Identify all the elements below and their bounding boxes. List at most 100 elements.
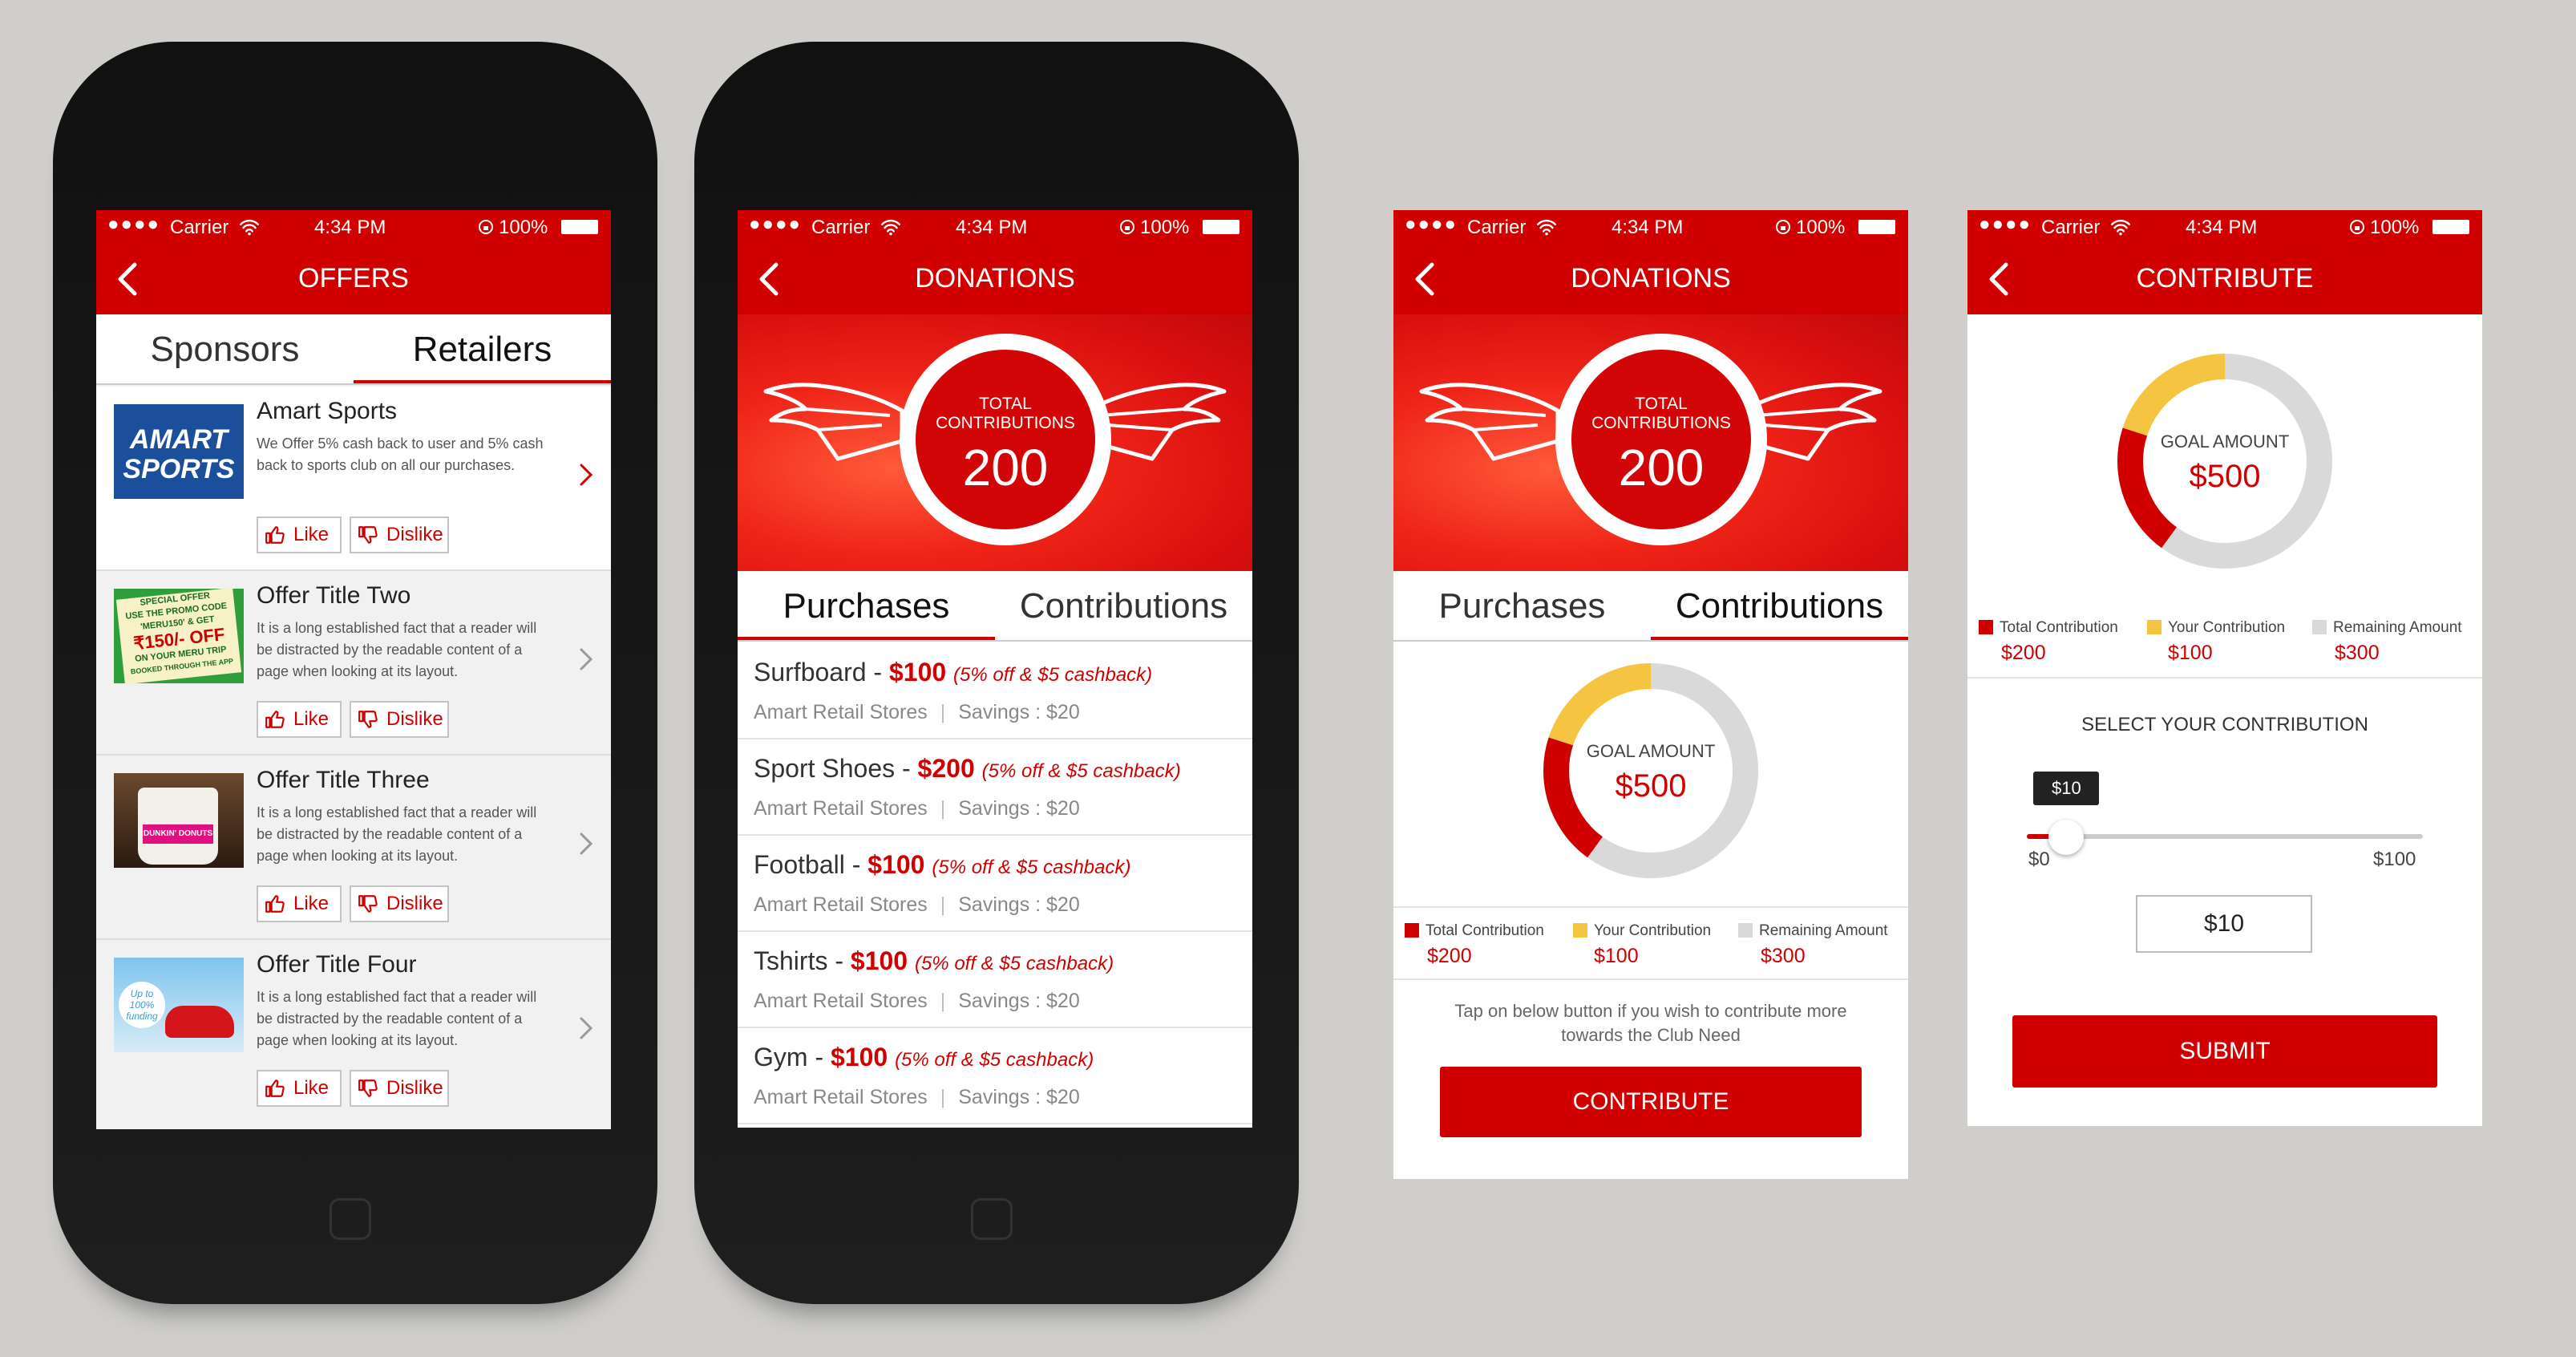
offer-title: Offer Title Four: [257, 951, 417, 978]
tab-contributions[interactable]: Contributions: [1651, 571, 1908, 642]
car-funding-image: Up to 100% funding: [114, 958, 244, 1052]
badge-label: TOTAL CONTRIBUTIONS: [936, 395, 1075, 432]
dislike-label: Dislike: [386, 708, 443, 730]
purchase-row[interactable]: Surfboard - $100 (5% off & $5 cashback) A…: [738, 643, 1252, 739]
battery-percent: 100%: [1796, 217, 1846, 238]
purchase-offer-note: (5% off & $5 cashback): [953, 664, 1153, 686]
donation-tabs: Purchases Contributions: [738, 571, 1252, 642]
purchase-title: Football - $100 (5% off & $5 cashback): [754, 850, 1131, 879]
offer-item[interactable]: DUNKIN' DONUTS Offer Title Three It is a…: [96, 755, 611, 940]
amart-sports-logo: AMART SPORTS: [114, 404, 244, 499]
contribute-button[interactable]: CONTRIBUTE: [1440, 1067, 1862, 1137]
legend-label: Your Contribution: [2168, 619, 2286, 636]
chevron-right-icon[interactable]: [579, 463, 593, 487]
carrier-label: Carrier: [1467, 217, 1527, 238]
purchase-store: Amart Retail Stores: [754, 893, 928, 916]
like-button[interactable]: Like: [257, 516, 342, 553]
dislike-button[interactable]: Dislike: [350, 1070, 449, 1107]
legend-value: $300: [2335, 642, 2380, 664]
like-button[interactable]: Like: [257, 885, 342, 922]
chevron-right-icon[interactable]: [579, 1016, 593, 1040]
purchase-price: $100: [867, 850, 925, 879]
offer-description: We Offer 5% cash back to user and 5% cas…: [257, 435, 544, 473]
goal-value: $500: [1615, 768, 1687, 804]
carrier-label: Carrier: [170, 217, 229, 238]
offer-item[interactable]: Up to 100% funding Offer Title Four It i…: [96, 940, 611, 1129]
status-time: 4:34 PM: [314, 217, 386, 238]
page-title: DONATIONS: [915, 263, 1075, 294]
purchase-offer-note: (5% off & $5 cashback): [895, 1049, 1094, 1071]
nav-bar: DONATIONS: [738, 244, 1252, 314]
dislike-button[interactable]: Dislike: [350, 701, 449, 738]
svg-text:AMART: AMART: [129, 424, 230, 455]
purchase-savings: Savings : $20: [958, 1086, 1080, 1108]
purchase-row[interactable]: Tshirts - $100 (5% off & $5 cashback) Ama…: [738, 932, 1252, 1028]
divider: [1393, 640, 1908, 642]
purchase-store: Amart Retail Stores: [754, 701, 928, 723]
page-title: OFFERS: [298, 263, 409, 294]
purchase-title: Tshirts - $100 (5% off & $5 cashback): [754, 946, 1114, 975]
legend-swatch: [1738, 923, 1753, 938]
purchase-name: Tshirts: [754, 946, 828, 975]
like-button[interactable]: Like: [257, 701, 342, 738]
submit-button[interactable]: SUBMIT: [2012, 1015, 2437, 1088]
dunkin-logo-text: DUNKIN' DONUTS: [143, 824, 213, 844]
like-label: Like: [293, 524, 330, 545]
tab-sponsors[interactable]: Sponsors: [96, 314, 354, 385]
legend-total: Total Contribution: [1979, 619, 2118, 637]
home-button[interactable]: [971, 1198, 1013, 1240]
purchase-offer-note: (5% off & $5 cashback): [981, 760, 1181, 782]
select-contribution-label: SELECT YOUR CONTRIBUTION: [2081, 714, 2368, 735]
status-time: 4:34 PM: [2186, 217, 2258, 238]
purchase-title: Sport Shoes - $200 (5% off & $5 cashback…: [754, 754, 1181, 783]
dislike-button[interactable]: Dislike: [350, 516, 449, 553]
page-title: DONATIONS: [1571, 263, 1731, 294]
contribution-amount-input[interactable]: $10: [2136, 895, 2312, 953]
dunkin-donuts-image: DUNKIN' DONUTS: [114, 773, 244, 868]
dislike-button[interactable]: Dislike: [350, 885, 449, 922]
home-button[interactable]: [330, 1198, 371, 1240]
thumbs-up-icon: [265, 709, 285, 730]
offer-item[interactable]: SPECIAL OFFER USE THE PROMO CODE 'MERU15…: [96, 571, 611, 755]
nav-bar: DONATIONS: [1393, 244, 1908, 314]
offers-tabs: Sponsors Retailers: [96, 314, 611, 385]
total-contributions-badge: TOTAL CONTRIBUTIONS 200: [1555, 334, 1767, 545]
purchase-title: Gym - $100 (5% off & $5 cashback): [754, 1043, 1094, 1071]
purchase-savings: Savings : $20: [958, 990, 1080, 1012]
purchase-row[interactable]: Gym - $100 (5% off & $5 cashback) Amart R…: [738, 1028, 1252, 1124]
tab-retailers[interactable]: Retailers: [354, 314, 611, 385]
purchase-row[interactable]: Football - $100 (5% off & $5 cashback) Am…: [738, 836, 1252, 932]
purchase-meta: Amart Retail Stores | Savings : $20: [754, 797, 1080, 820]
tab-purchases[interactable]: Purchases: [1393, 571, 1651, 642]
contribute-note: Tap on below button if you wish to contr…: [1454, 1001, 1847, 1045]
signal-icon: ●●●●: [1405, 213, 1458, 235]
purchase-offer-note: (5% off & $5 cashback): [932, 857, 1131, 878]
legend-value: $100: [1594, 945, 1639, 967]
like-button[interactable]: Like: [257, 1070, 342, 1107]
chevron-right-icon[interactable]: [579, 832, 593, 856]
purchase-row[interactable]: Sport Shoes - $200 (5% off & $5 cashback…: [738, 739, 1252, 836]
like-label: Like: [293, 893, 330, 914]
purchase-savings: Savings : $20: [958, 893, 1080, 916]
dislike-label: Dislike: [386, 524, 443, 545]
contribution-slider-track[interactable]: [2027, 834, 2423, 839]
tab-contributions[interactable]: Contributions: [995, 571, 1252, 642]
rotation-lock-icon: [478, 219, 494, 235]
purchase-title: Surfboard - $100 (5% off & $5 cashback): [754, 658, 1153, 687]
tab-purchases[interactable]: Purchases: [738, 571, 995, 642]
slider-thumb[interactable]: [2048, 820, 2085, 855]
wifi-icon: [239, 218, 260, 236]
coffee-cup-graphic: DUNKIN' DONUTS: [138, 788, 218, 865]
chevron-right-icon[interactable]: [579, 647, 593, 671]
goal-label: GOAL AMOUNT: [2160, 431, 2290, 452]
car-graphic: [165, 1006, 234, 1038]
legend-swatch: [2147, 620, 2161, 634]
offer-description: It is a long established fact that a rea…: [257, 989, 537, 1048]
offer-item[interactable]: AMART SPORTS Amart Sports We Offer 5% ca…: [96, 387, 611, 571]
purchase-name: Gym: [754, 1043, 808, 1071]
status-bar: ●●●● Carrier 4:34 PM 100%: [1393, 210, 1908, 244]
rotation-lock-icon: [2349, 219, 2365, 235]
legend-swatch: [2312, 620, 2327, 634]
svg-text:SPORTS: SPORTS: [123, 454, 235, 484]
left-wing-icon: [1417, 363, 1562, 467]
